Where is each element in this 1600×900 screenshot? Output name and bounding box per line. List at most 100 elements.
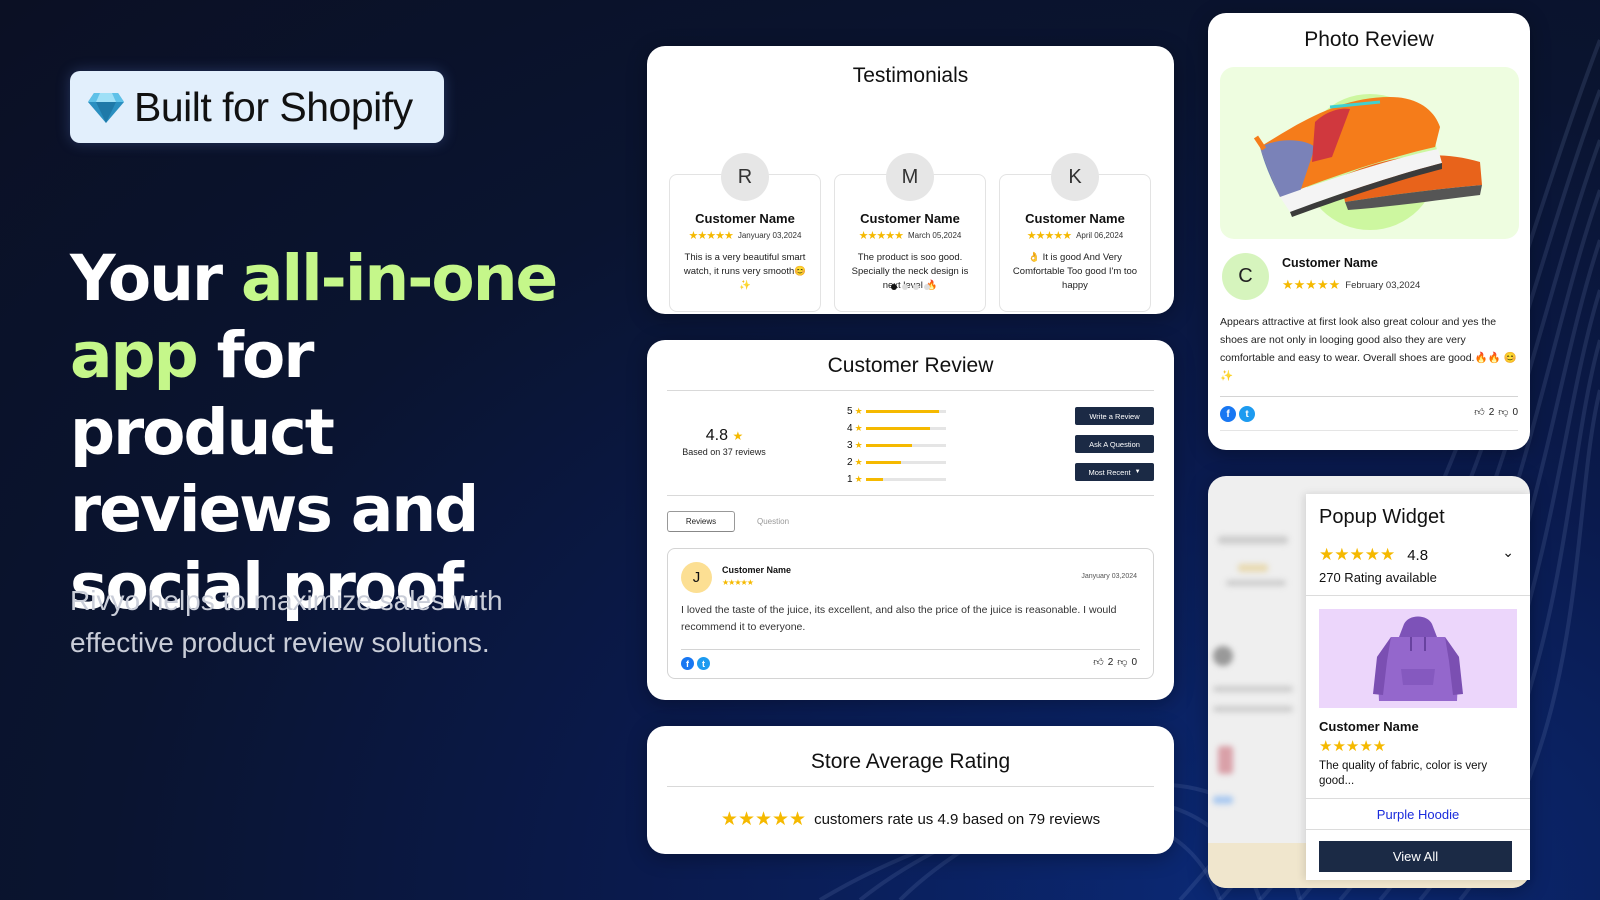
divider	[1220, 396, 1518, 397]
store-average-widget: Store Average Rating ★★★★★ customers rat…	[647, 726, 1174, 854]
diamond-icon	[88, 93, 124, 123]
rating-bar-fill	[865, 461, 901, 464]
star-rating: ★★★★★	[858, 230, 904, 242]
hero-subtitle: Rivyo helps to maximize sales with effec…	[70, 585, 503, 658]
star-rating: ★★★★★	[1319, 545, 1396, 564]
customer-name: Customer Name	[1025, 211, 1125, 226]
review-date: April 06,2024	[1076, 231, 1124, 240]
divider	[1306, 829, 1530, 830]
twitter-icon[interactable]: t	[1239, 406, 1255, 422]
star-rating: ★★★★★	[688, 230, 734, 242]
rating-value: 4.8	[1407, 546, 1429, 564]
carousel-dot[interactable]	[924, 284, 930, 290]
rating-bar-track	[865, 478, 946, 481]
sort-dropdown[interactable]: Most Recent ▼	[1075, 463, 1154, 481]
carousel-dot[interactable]	[913, 284, 919, 290]
star-icon: ★	[854, 474, 863, 484]
tab-question[interactable]: Question	[757, 511, 789, 532]
star-icon: ★	[854, 457, 863, 467]
twitter-icon[interactable]: t	[697, 657, 710, 670]
customer-name: Customer Name	[1319, 719, 1419, 734]
rating-bar-label: 3	[847, 440, 853, 451]
headline-accent: all-in-one	[240, 242, 558, 315]
thumbs-down-icon[interactable]: 👎︎	[1117, 656, 1127, 668]
rating-bar-label: 4	[847, 423, 853, 434]
carousel-pagination	[647, 284, 1174, 290]
write-review-button[interactable]: Write a Review	[1075, 407, 1154, 425]
divider	[1306, 595, 1530, 596]
customer-review-title: Customer Review	[827, 354, 994, 377]
review-text: The quality of fabric, color is very goo…	[1319, 760, 1488, 787]
testimonials-carousel: R Customer Name ★★★★★ Janyuary 03,2024 Th…	[669, 153, 1151, 312]
thumbs-up-icon[interactable]: 👍︎	[1474, 406, 1484, 418]
headline-part: Your	[70, 242, 241, 315]
rating-distribution: 5 ★ 4 ★ 3 ★ 2 ★ 1 ★	[847, 403, 946, 488]
testimonial-card: M Customer Name ★★★★★ March 05,2024 The p…	[834, 153, 986, 312]
testimonials-widget: Testimonials R Customer Name ★★★★★ Janyua…	[647, 46, 1174, 314]
badge-label: Built for Shopify	[134, 83, 413, 130]
sort-label: Most Recent	[1088, 467, 1131, 477]
star-rating: ★★★★★	[722, 578, 754, 587]
headline-accent: app	[70, 319, 199, 392]
dislike-count: 0	[1512, 406, 1518, 418]
share-buttons: f t	[1220, 406, 1255, 422]
review-count: Based on 37 reviews	[682, 447, 766, 457]
rating-bar-fill	[865, 444, 913, 447]
average-value: 4.8	[705, 427, 729, 444]
review-text: I loved the taste of the juice, its exce…	[681, 604, 1117, 633]
ask-question-button[interactable]: Ask A Question	[1075, 435, 1154, 453]
view-all-button[interactable]: View All	[1319, 841, 1512, 872]
testimonials-title: Testimonials	[852, 64, 969, 87]
built-for-shopify-badge: Built for Shopify	[70, 71, 444, 143]
photo-review-title: Photo Review	[1304, 28, 1434, 51]
facebook-icon[interactable]: f	[1220, 406, 1236, 422]
customer-review-widget: Customer Review 4.8 ★ Based on 37 review…	[647, 340, 1174, 700]
rating-bar-track	[865, 444, 946, 447]
carousel-dot[interactable]	[902, 284, 908, 290]
star-icon: ★	[854, 406, 863, 416]
rating-bar-fill	[865, 410, 940, 413]
store-rating-text: customers rate us 4.9 based on 79 review…	[814, 811, 1101, 828]
tab-reviews[interactable]: Reviews	[667, 511, 735, 532]
star-rating: ★★★★★	[1319, 738, 1387, 755]
rating-bar-label: 2	[847, 457, 853, 468]
rating-bar-label: 5	[847, 406, 853, 417]
hero-headline: Your all-in-one app for product reviews …	[70, 240, 590, 625]
chevron-down-icon[interactable]: ⌄	[1502, 544, 1514, 561]
thumbs-up-icon[interactable]: 👍︎	[1093, 656, 1103, 668]
rating-bar-label: 1	[847, 474, 853, 485]
product-photo[interactable]	[1319, 609, 1517, 708]
rating-bar-fill	[865, 478, 884, 481]
star-icon: ★	[854, 440, 863, 450]
star-rating: ★★★★★	[1282, 277, 1341, 292]
rating-bar-row: 5 ★	[847, 403, 946, 420]
facebook-icon[interactable]: f	[681, 657, 694, 670]
divider	[1306, 798, 1530, 799]
avatar: M	[886, 153, 934, 201]
vote-controls: 👍︎ 2 👎︎ 0	[1474, 406, 1518, 419]
popup-title: Popup Widget	[1319, 506, 1445, 528]
rating-bar-track	[865, 427, 946, 430]
divider	[667, 495, 1154, 496]
rating-count: 270 Rating available	[1319, 570, 1437, 585]
caret-down-icon: ▼	[1134, 469, 1141, 475]
testimonial-card: K Customer Name ★★★★★ April 06,2024 👌 It …	[999, 153, 1151, 312]
testimonial-card: R Customer Name ★★★★★ Janyuary 03,2024 Th…	[669, 153, 821, 312]
star-icon: ★	[854, 423, 863, 433]
divider	[681, 649, 1140, 650]
thumbs-down-icon[interactable]: 👎︎	[1498, 406, 1508, 418]
rating-bar-track	[865, 461, 946, 464]
carousel-dot[interactable]	[891, 284, 897, 290]
product-link[interactable]: Purple Hoodie	[1306, 807, 1530, 822]
like-count: 2	[1107, 656, 1114, 668]
rating-bar-row: 4 ★	[847, 420, 946, 437]
customer-name: Customer Name	[1282, 256, 1378, 270]
like-count: 2	[1488, 406, 1495, 418]
avatar: R	[721, 153, 769, 201]
review-date: Janyuary 03,2024	[737, 231, 802, 240]
star-rating: ★★★★★	[1026, 230, 1072, 242]
rating-bar-row: 1 ★	[847, 471, 946, 488]
customer-name: Customer Name	[695, 211, 795, 226]
divider	[1220, 430, 1518, 431]
product-photo[interactable]	[1220, 67, 1519, 239]
